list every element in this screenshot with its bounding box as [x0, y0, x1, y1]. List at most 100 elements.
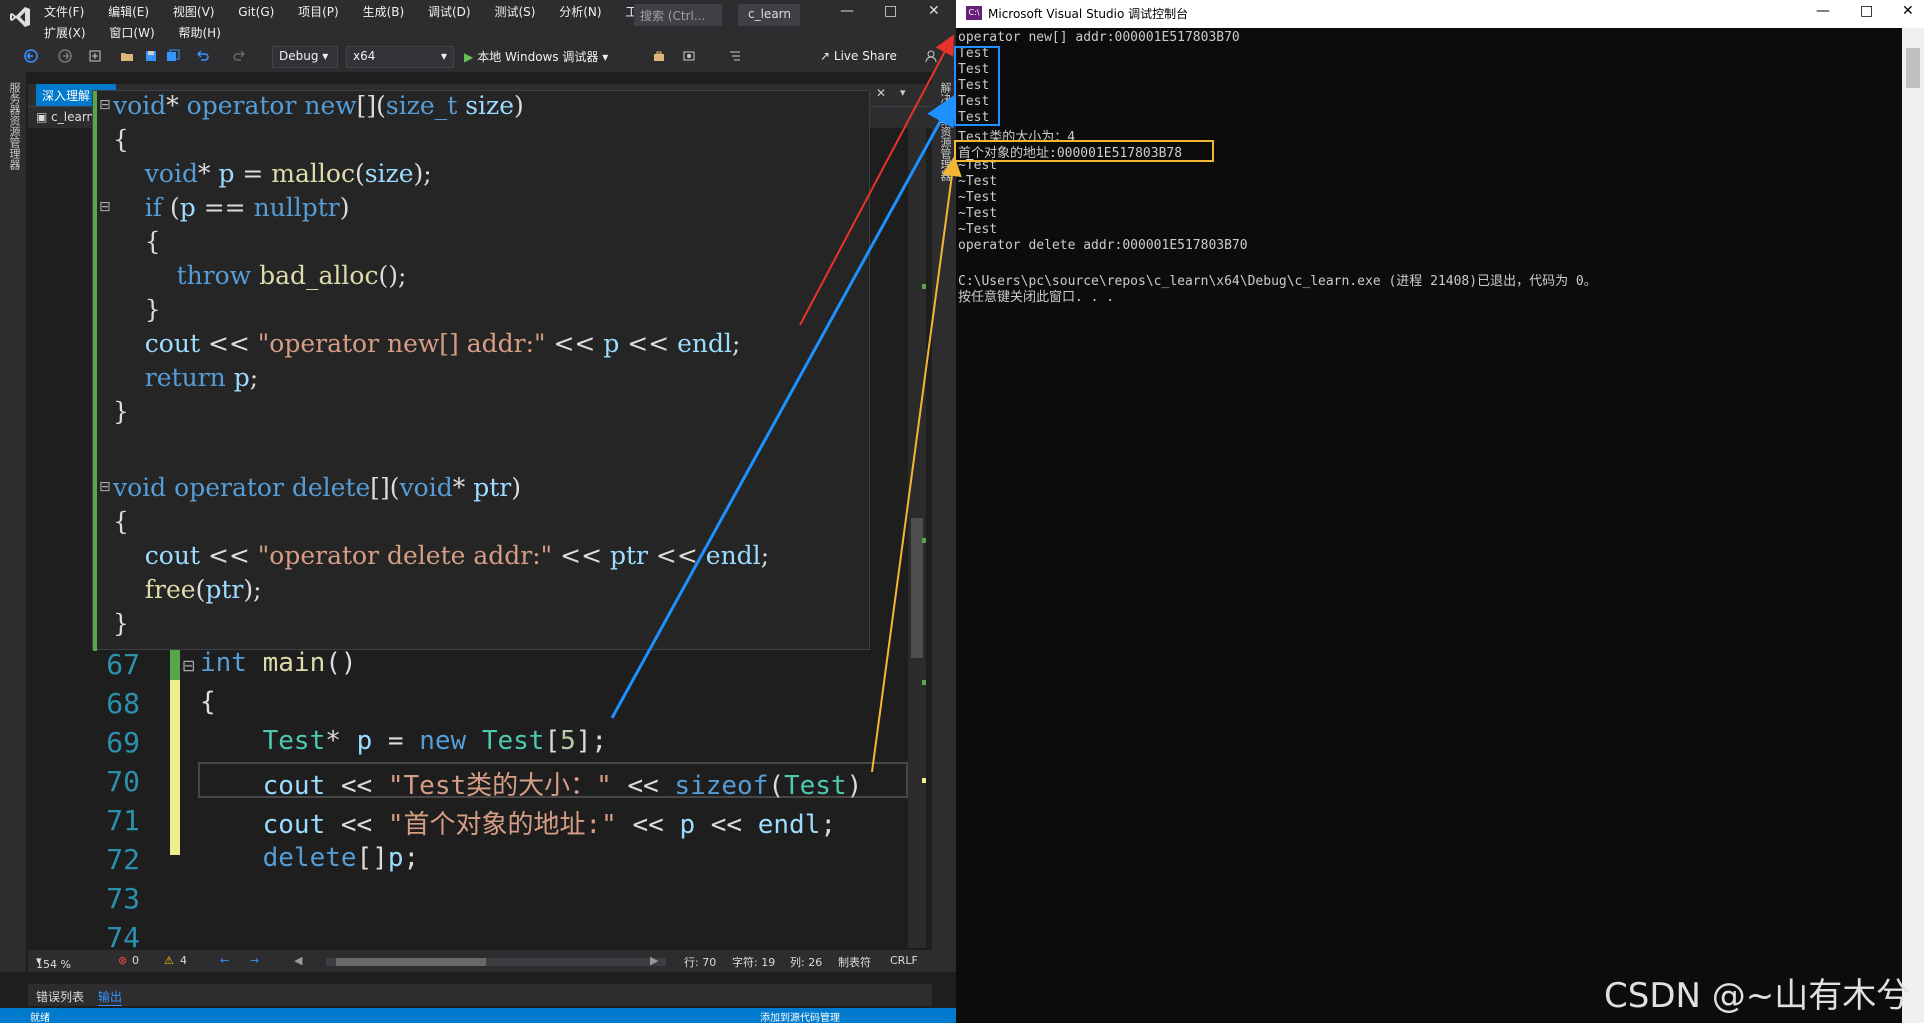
menu-project[interactable]: 项目(P) — [298, 5, 339, 19]
popup-line: } — [113, 397, 129, 426]
server-explorer-tab[interactable]: 服务器资源管理器 — [6, 82, 22, 170]
configuration-dropdown[interactable]: Debug ▾ — [272, 46, 338, 68]
console-title: Microsoft Visual Studio 调试控制台 — [988, 7, 1189, 21]
menu-file[interactable]: 文件(F) — [44, 5, 84, 19]
code-line-70: cout << "Test类的大小：" << sizeof(Test) — [262, 771, 863, 801]
menu-debug[interactable]: 调试(D) — [428, 5, 471, 19]
close-icon[interactable]: ✕ — [928, 3, 940, 19]
right-tool-rail: 解决方案资源管理器 — [932, 72, 956, 972]
save-all-icon[interactable] — [166, 49, 180, 63]
editor-vertical-scrollbar[interactable] — [908, 128, 926, 948]
code-line-71: cout << "首个对象的地址:" << p << endl; — [262, 810, 837, 840]
console-line: ~Test — [958, 222, 998, 237]
popup-line: { — [113, 507, 129, 536]
line-number: 69 — [106, 726, 140, 759]
zoom-dropdown[interactable]: 154 % ▾ — [36, 954, 71, 971]
maximize-icon[interactable]: □ — [884, 3, 897, 19]
solution-explorer-tab[interactable]: 解决方案资源管理器 — [937, 82, 953, 181]
tab-error-list[interactable]: 错误列表 — [36, 988, 84, 1005]
minimize-icon[interactable]: — — [840, 3, 854, 19]
status-char: 字符: 19 — [732, 956, 776, 969]
tab-dropdown-icon[interactable]: ▾ — [900, 86, 906, 99]
step-icon[interactable] — [728, 49, 742, 63]
bottom-panel-tabs: 错误列表 输出 — [28, 984, 932, 1006]
console-close-icon[interactable]: ✕ — [1902, 3, 1914, 19]
error-count: 0 — [132, 954, 139, 967]
menu-view[interactable]: 视图(V) — [173, 5, 215, 19]
code-line-67: int main() — [200, 648, 357, 678]
line-number: 73 — [106, 882, 140, 915]
search-input[interactable]: 搜索 (Ctrl... — [634, 4, 722, 26]
run-label: 本地 Windows 调试器 — [477, 50, 599, 64]
new-project-icon[interactable] — [88, 49, 102, 63]
scroll-left-icon[interactable]: ◀ — [294, 954, 302, 967]
popup-line: void operator delete[](void* ptr) — [113, 473, 521, 502]
hscroll-thumb[interactable] — [336, 958, 486, 966]
console-scrollbar-thumb[interactable] — [1906, 48, 1920, 88]
visual-studio-window: 文件(F) 编辑(E) 视图(V) Git(G) 项目(P) 生成(B) 调试(… — [0, 0, 956, 1023]
popup-line: cout << "operator new[] addr:" << p << e… — [144, 329, 741, 358]
redo-icon[interactable] — [232, 49, 246, 63]
console-line: operator delete addr:000001E517803B70 — [958, 238, 1248, 253]
console-maximize-icon[interactable]: □ — [1860, 3, 1873, 19]
collapse-delete-icon[interactable]: ⊟ — [99, 479, 111, 495]
popup-change-bar — [93, 91, 97, 651]
next-issue-icon[interactable]: → — [250, 954, 259, 967]
start-debugging-button[interactable]: ▶ 本地 Windows 调试器 ▾ — [464, 48, 608, 65]
live-share-button[interactable]: ↗ Live Share — [820, 49, 897, 63]
change-marker-saved — [170, 650, 180, 680]
save-icon[interactable] — [144, 49, 158, 63]
menu-help[interactable]: 帮助(H) — [178, 26, 220, 40]
warning-count: 4 — [180, 954, 187, 967]
play-icon: ▶ — [464, 50, 474, 64]
menu-git[interactable]: Git(G) — [238, 5, 274, 19]
line-number: 70 — [106, 765, 140, 798]
csdn-watermark: CSDN @~山有木兮 — [1604, 976, 1911, 1016]
tab-output[interactable]: 输出 — [98, 988, 123, 1006]
console-line: operator new[] addr:000001E517803B70 — [958, 30, 1240, 45]
scroll-right-icon[interactable]: ▶ — [650, 954, 658, 967]
menu-analyze[interactable]: 分析(N) — [559, 5, 601, 19]
collapse-if-icon[interactable]: ⊟ — [99, 199, 111, 215]
console-minimize-icon[interactable]: — — [1816, 3, 1830, 19]
open-folder-icon[interactable] — [120, 49, 134, 63]
tab-close-icon[interactable]: ✕ — [876, 86, 886, 100]
add-to-source-control[interactable]: 添加到源代码管理 — [760, 1009, 840, 1023]
status-eol[interactable]: CRLF — [890, 954, 918, 967]
undo-icon[interactable] — [196, 49, 210, 63]
popup-line: free(ptr); — [144, 575, 262, 604]
project-scope-dropdown[interactable]: ▣ c_learn — [36, 110, 94, 124]
collapse-new-icon[interactable]: ⊟ — [99, 97, 111, 113]
forward-icon[interactable] — [58, 49, 72, 63]
toolbox-icon[interactable] — [652, 49, 666, 63]
popup-line: return p; — [144, 363, 259, 392]
account-icon[interactable] — [924, 49, 938, 63]
console-scrollbar[interactable] — [1902, 28, 1924, 1023]
menu-extensions[interactable]: 扩展(X) — [44, 26, 86, 40]
code-line-72: delete[]p; — [262, 843, 420, 873]
line-number: 72 — [106, 843, 140, 876]
menu-build[interactable]: 生成(B) — [363, 5, 405, 19]
menu-edit[interactable]: 编辑(E) — [108, 5, 149, 19]
menu-row-2: 扩展(X) 窗口(W) 帮助(H) — [44, 24, 241, 41]
screenshot-root: 文件(F) 编辑(E) 视图(V) Git(G) 项目(P) 生成(B) 调试(… — [0, 0, 1924, 1023]
error-icon[interactable]: ⊗ — [118, 954, 127, 967]
menu-bar: 文件(F) 编辑(E) 视图(V) Git(G) 项目(P) 生成(B) 调试(… — [0, 0, 956, 42]
status-indent[interactable]: 制表符 — [838, 954, 871, 970]
platform-dropdown[interactable]: x64 ▾ — [346, 46, 454, 68]
prev-issue-icon[interactable]: ← — [220, 954, 229, 967]
collapse-main-icon[interactable]: ⊟ — [182, 656, 195, 675]
editor-horizontal-scrollbar[interactable] — [326, 958, 666, 966]
screenshot-icon[interactable] — [682, 49, 696, 63]
configuration-value: Debug — [279, 49, 319, 63]
console-line: 按任意键关闭此窗口. . . — [958, 290, 1115, 305]
popup-line: void* operator new[](size_t size) — [113, 91, 524, 120]
line-number: 68 — [106, 687, 140, 720]
warning-icon[interactable]: ⚠ — [164, 954, 174, 967]
back-icon[interactable] — [24, 49, 38, 63]
popup-line: cout << "operator delete addr:" << ptr <… — [144, 541, 770, 570]
menu-test[interactable]: 测试(S) — [494, 5, 535, 19]
editor-status-bar: 154 % ▾ ⊗ 0 ⚠ 4 ← → ◀ ▶ 行: 70 字符: 19 列: … — [28, 950, 932, 972]
peek-definition-popup[interactable]: ⊟ void* operator new[](size_t size) { vo… — [92, 90, 870, 651]
menu-window[interactable]: 窗口(W) — [109, 26, 154, 40]
